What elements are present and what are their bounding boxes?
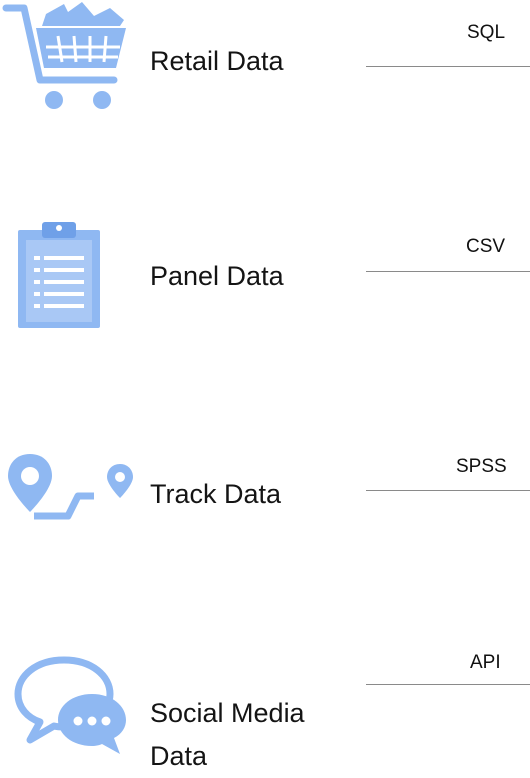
source-label-social-line1: Social Media	[150, 698, 305, 728]
chat-bubbles-icon	[14, 656, 126, 754]
source-row-retail: Retail Data SQL	[0, 0, 530, 120]
connector-line	[366, 490, 530, 491]
format-label-csv: CSV	[466, 236, 506, 257]
source-row-panel: Panel Data CSV	[0, 200, 530, 330]
clipboard-icon	[18, 222, 100, 328]
shopping-cart-icon	[2, 2, 126, 109]
format-label-api: API	[470, 652, 501, 673]
source-label-track: Track Data	[150, 479, 282, 509]
connector-line	[366, 684, 530, 685]
connector-line	[366, 271, 530, 272]
source-label-social-line2: Data	[150, 741, 208, 771]
source-label-retail: Retail Data	[150, 46, 284, 76]
route-pin-icon	[8, 454, 133, 520]
source-row-track: Track Data SPSS	[0, 440, 530, 540]
connector-line	[366, 66, 530, 67]
source-row-social: Social Media Data API	[0, 640, 530, 778]
source-label-panel: Panel Data	[150, 261, 284, 291]
format-label-sql: SQL	[467, 22, 506, 43]
format-label-spss: SPSS	[456, 456, 507, 477]
